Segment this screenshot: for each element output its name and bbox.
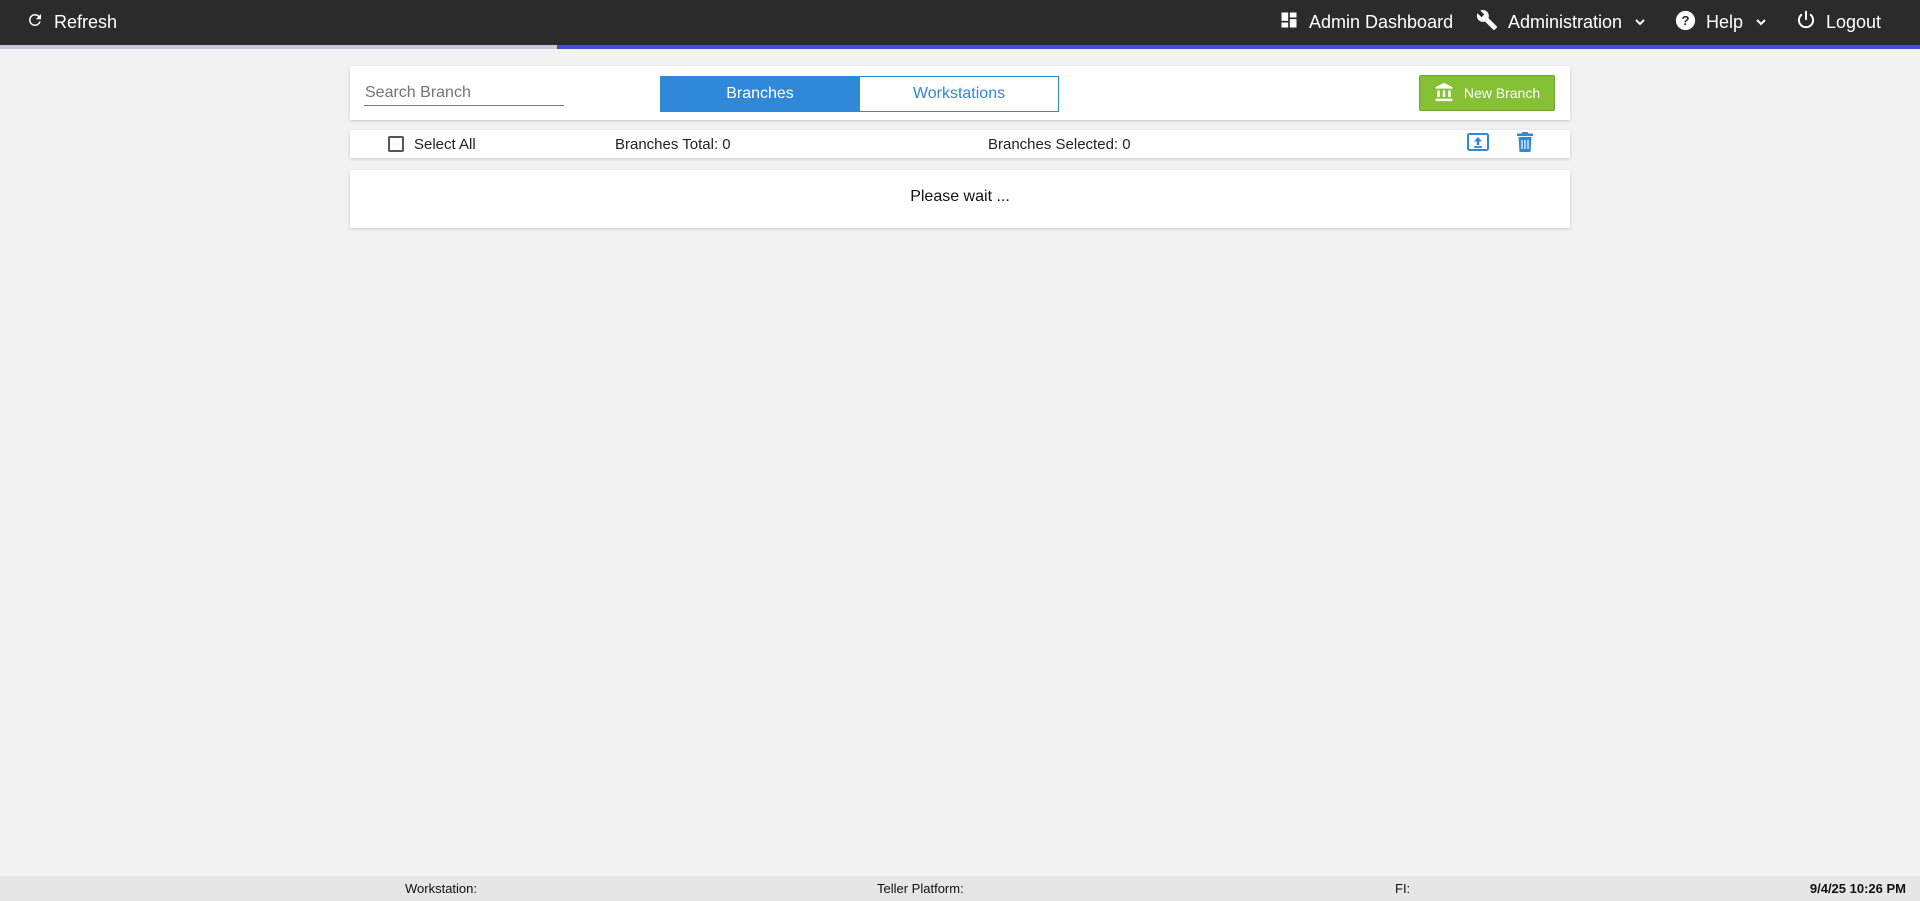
footer-teller-platform: Teller Platform:: [877, 881, 964, 896]
loading-progress-fill: [556, 45, 1920, 49]
refresh-label: Refresh: [54, 12, 118, 32]
checkbox-box[interactable]: [388, 136, 404, 152]
select-all-checkbox[interactable]: Select All: [388, 130, 476, 158]
upload-button[interactable]: [1465, 132, 1491, 156]
tab-branches[interactable]: Branches: [660, 76, 860, 112]
trash-icon: [1517, 131, 1533, 157]
tab-workstations[interactable]: Workstations: [859, 76, 1059, 112]
search-branch-input[interactable]: [364, 80, 564, 106]
power-icon: [1796, 10, 1816, 35]
help-label: Help: [1706, 12, 1744, 32]
footer-datetime: 9/4/25 10:26 PM: [1809, 881, 1906, 896]
refresh-button[interactable]: Refresh: [26, 0, 117, 45]
top-navigation-bar: Refresh Admin Dashboard Administration ?…: [0, 0, 1920, 45]
administration-menu[interactable]: Administration: [1476, 0, 1646, 45]
refresh-icon: [26, 11, 44, 34]
tab-branches-label: Branches: [726, 85, 794, 102]
branches-total-count: Branches Total: 0: [615, 135, 731, 153]
upload-icon: [1467, 132, 1489, 156]
branch-list-panel: Please wait ...: [350, 170, 1570, 228]
footer-workstation: Workstation:: [405, 881, 478, 896]
branch-toolbar: Branches Workstations New Branch: [350, 66, 1570, 120]
new-branch-button[interactable]: New Branch: [1419, 75, 1555, 111]
footer-fi: FI:: [1395, 881, 1411, 896]
admin-dashboard-label: Admin Dashboard: [1309, 12, 1454, 32]
status-footer: Workstation: Teller Platform: FI: 9/4/25…: [0, 876, 1920, 901]
administration-label: Administration: [1508, 12, 1623, 32]
chevron-down-icon: [1634, 12, 1646, 33]
new-branch-label: New Branch: [1463, 85, 1541, 101]
select-all-label: Select All: [414, 135, 476, 153]
admin-dashboard-link[interactable]: Admin Dashboard: [1279, 0, 1453, 45]
list-header: Select All Branches Total: 0 Branches Se…: [350, 130, 1570, 158]
loading-message: Please wait ...: [910, 188, 1010, 205]
delete-button[interactable]: [1512, 131, 1538, 157]
tab-workstations-label: Workstations: [912, 85, 1006, 102]
chevron-down-icon: [1755, 12, 1767, 33]
dashboard-icon: [1279, 10, 1299, 35]
logout-label: Logout: [1826, 12, 1882, 32]
loading-progress-bar: [0, 45, 1920, 49]
bank-icon: [1434, 82, 1454, 105]
logout-button[interactable]: Logout: [1796, 0, 1881, 45]
wrench-icon: [1476, 9, 1498, 36]
branches-selected-count: Branches Selected: 0: [988, 135, 1131, 153]
help-menu[interactable]: ? Help: [1675, 0, 1767, 45]
svg-text:?: ?: [1681, 12, 1689, 27]
help-icon: ?: [1675, 10, 1696, 36]
